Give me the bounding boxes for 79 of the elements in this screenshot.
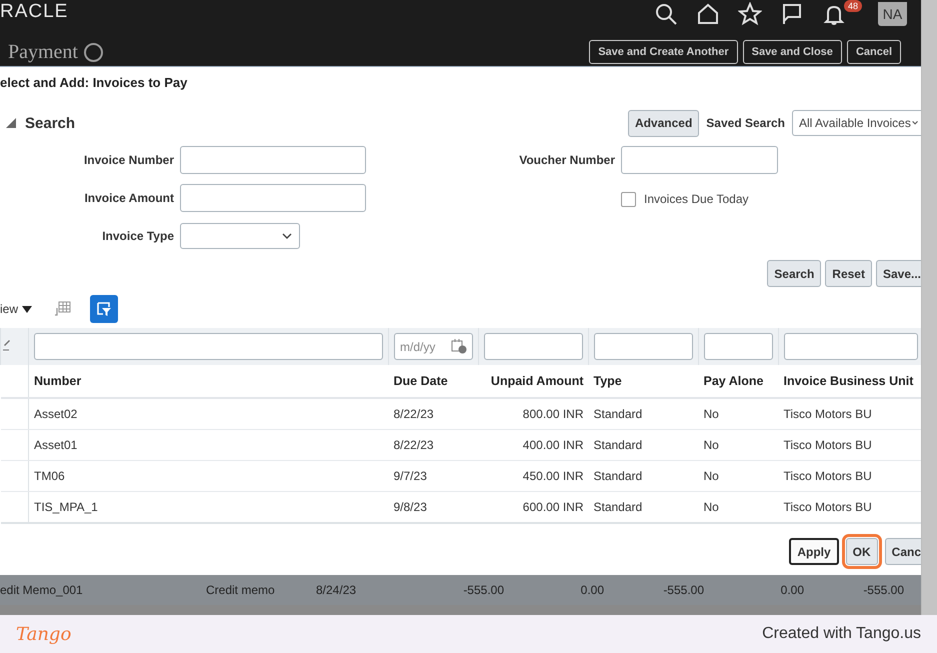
search-button[interactable]: Search — [767, 260, 822, 287]
table-cell: 800.00 INR — [478, 398, 588, 430]
table-cell: 0.00 — [780, 583, 804, 597]
filter-icon — [96, 301, 112, 317]
saved-search-select[interactable]: All Available Invoices — [792, 110, 922, 136]
checkbox[interactable] — [621, 192, 636, 206]
filter-field[interactable] — [784, 333, 918, 360]
tango-logo: Tango — [16, 624, 72, 644]
collapse-icon[interactable] — [5, 117, 17, 129]
table-cell: Asset02 — [28, 398, 388, 430]
table-cell: No — [698, 430, 778, 460]
table-cell: Asset01 — [28, 430, 388, 460]
table-cell: Standard — [588, 430, 698, 460]
table-cell: 8/22/23 — [388, 398, 478, 430]
column-header[interactable]: Pay Alone — [698, 365, 778, 398]
table-cell: TIS_MPA_1 — [28, 492, 388, 523]
table-cell: No — [698, 492, 778, 523]
select-field[interactable] — [180, 223, 300, 249]
filter-field[interactable] — [34, 333, 383, 360]
table-cell: No — [698, 460, 778, 492]
dialog-button[interactable]: Apply — [789, 538, 839, 565]
advanced-button[interactable]: Advanced — [628, 110, 700, 136]
field-label: Voucher Number — [518, 153, 615, 167]
column-header[interactable]: Unpaid Amount — [478, 365, 588, 398]
star-icon[interactable] — [738, 2, 762, 26]
table-cell: 8/24/23 — [316, 583, 356, 597]
notification-badge: 48 — [844, 0, 862, 12]
field-label: Invoice Type — [101, 229, 174, 243]
calendar-icon[interactable] — [451, 338, 467, 354]
dialog-title: elect and Add: Invoices to Pay — [0, 74, 188, 92]
credit-text: Created with Tango.us — [762, 625, 921, 643]
header-button[interactable]: Cancel — [846, 40, 902, 64]
table-cell: Standard — [588, 398, 698, 430]
filter-button[interactable] — [90, 295, 118, 323]
view-menu[interactable]: iew — [0, 302, 32, 316]
home-icon[interactable] — [696, 2, 720, 26]
search-icon[interactable] — [654, 2, 678, 26]
table-cell: -555.00 — [663, 583, 704, 597]
search-button[interactable]: Save... — [876, 260, 922, 287]
table-cell: 9/7/23 — [388, 460, 478, 492]
scrollbar[interactable] — [921, 0, 937, 615]
table-cell: -555.00 — [463, 583, 504, 597]
table-cell: Standard — [588, 460, 698, 492]
logo: RACLE — [0, 2, 68, 22]
input-field[interactable] — [621, 146, 778, 174]
filter-field[interactable] — [704, 333, 773, 360]
field-label: Invoice Amount — [83, 191, 174, 205]
search-button[interactable]: Reset — [825, 260, 872, 287]
field-label: Invoice Number — [82, 153, 174, 167]
page-title: Payment — [8, 40, 78, 64]
table-cell: 600.00 INR — [478, 492, 588, 523]
table-cell: TM06 — [28, 460, 388, 492]
field-label: Saved Search — [706, 116, 786, 130]
table-cell: -555.00 — [863, 583, 904, 597]
header-button[interactable]: Save and Create Another — [589, 40, 738, 64]
column-header[interactable]: Number — [28, 365, 388, 398]
input-field[interactable] — [180, 146, 366, 174]
table-cell: edit Memo_001 — [0, 583, 83, 597]
table-cell: 400.00 INR — [478, 430, 588, 460]
table-cell: 9/8/23 — [388, 492, 478, 523]
pencil-icon — [3, 338, 11, 352]
table-cell: 0.00 — [580, 583, 604, 597]
filter-field[interactable] — [484, 333, 583, 360]
section-title: Search — [25, 114, 76, 132]
dialog-button[interactable]: Canc — [884, 538, 922, 565]
checkbox-label: Invoices Due Today — [644, 192, 749, 206]
table-cell: 8/22/23 — [388, 430, 478, 460]
column-header[interactable]: Type — [588, 365, 698, 398]
input-field[interactable] — [180, 184, 366, 212]
header-button[interactable]: Save and Close — [742, 40, 842, 64]
date-field[interactable]: m/d/yy — [394, 333, 473, 360]
table-cell: No — [698, 398, 778, 430]
grid-icon[interactable] — [54, 300, 72, 318]
table-cell: Credit memo — [206, 583, 275, 597]
filter-field[interactable] — [594, 333, 693, 360]
table-cell: 450.00 INR — [478, 460, 588, 492]
column-header[interactable]: Due Date — [388, 365, 478, 398]
table-cell: Standard — [588, 492, 698, 523]
user-avatar[interactable]: NA — [878, 2, 908, 26]
